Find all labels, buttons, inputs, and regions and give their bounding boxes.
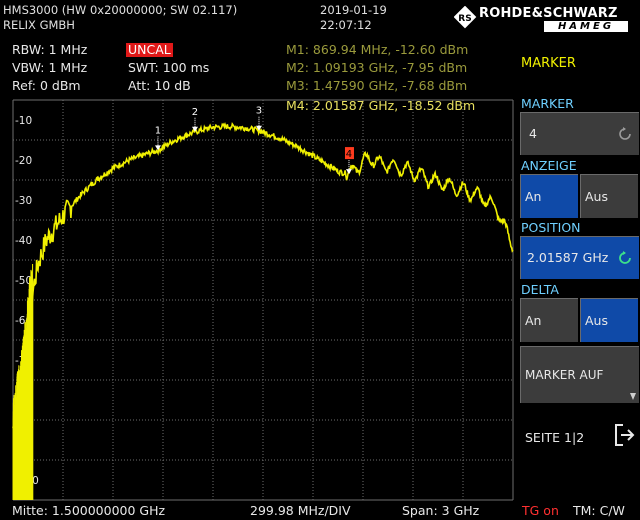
marker-auf-label: MARKER AUF xyxy=(525,368,604,382)
delta-off-option[interactable]: Aus xyxy=(580,298,638,342)
span-setting: Span: 3 GHz xyxy=(402,503,480,518)
marker-menu-panel: MARKER MARKER 4 ANZEIGE An Aus POSITION … xyxy=(518,38,640,520)
anzeige-label: ANZEIGE xyxy=(521,158,577,173)
center-frequency: Mitte: 1.500000000 GHz xyxy=(12,503,166,518)
delta-label: DELTA xyxy=(521,282,559,297)
marker-select-label: MARKER xyxy=(521,96,574,111)
position-label: POSITION xyxy=(521,220,581,235)
marker-2-tag: 2 xyxy=(192,107,198,118)
marker-1-tag: 1 xyxy=(155,125,161,136)
position-value: 2.01587 GHz xyxy=(527,250,609,265)
anzeige-off-option[interactable]: Aus xyxy=(580,174,638,218)
position-field[interactable]: 2.01587 GHz xyxy=(520,236,639,279)
delta-toggle[interactable]: An Aus xyxy=(520,298,638,342)
marker-select-value: 4 xyxy=(529,126,537,141)
anzeige-on-option[interactable]: An xyxy=(520,174,578,218)
anzeige-toggle[interactable]: An Aus xyxy=(520,174,638,218)
caret-down-icon xyxy=(630,393,636,400)
marker-select-field[interactable]: 4 xyxy=(520,112,639,155)
frequency-per-division: 299.98 MHz/DIV xyxy=(250,503,351,518)
rotary-knob-icon xyxy=(619,127,631,140)
next-page-icon[interactable] xyxy=(614,423,636,447)
marker-4-tag: 4 xyxy=(346,149,352,160)
anzeige-on-label: An xyxy=(525,189,542,204)
plot-grid xyxy=(12,99,514,501)
delta-off-label: Aus xyxy=(585,313,608,328)
marker-3-tag: 3 xyxy=(256,106,262,117)
anzeige-off-label: Aus xyxy=(585,189,608,204)
marker-4-pointer xyxy=(345,169,352,175)
marker-auf-button[interactable]: MARKER AUF xyxy=(520,346,639,403)
rotary-knob-icon xyxy=(619,251,631,264)
page-indicator: SEITE 1|2 xyxy=(525,430,585,445)
delta-on-label: An xyxy=(525,313,542,328)
menu-title: MARKER xyxy=(521,56,576,71)
delta-on-option[interactable]: An xyxy=(520,298,578,342)
